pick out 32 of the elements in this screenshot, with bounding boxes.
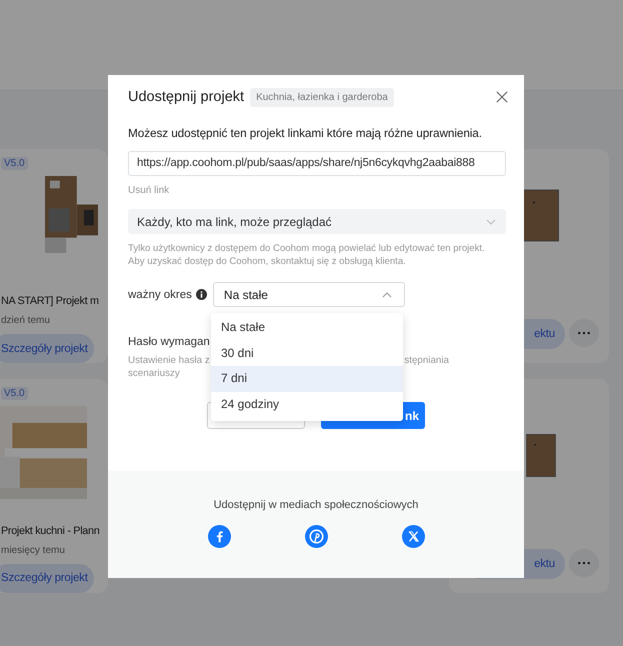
dialog-title: Udostępnij projekt xyxy=(128,89,244,105)
chevron-up-icon xyxy=(382,292,392,298)
validity-select[interactable]: Na stałe xyxy=(212,282,405,307)
x-icon[interactable] xyxy=(402,525,424,548)
more-button[interactable]: ••• xyxy=(569,319,599,347)
password-note: stępniania xyxy=(404,354,449,367)
validity-label: ważny okres xyxy=(128,288,192,300)
info-icon[interactable] xyxy=(196,289,207,300)
link-field[interactable]: https://app.coohom.pl/pub/saas/apps/share/nj5n6cykqvhg2aabai888 xyxy=(128,151,506,176)
more-button[interactable]: ••• xyxy=(569,549,599,577)
version-badge: V5.0 xyxy=(1,387,28,400)
project-title: Projekt kuchni - Plann xyxy=(1,524,100,537)
password-note: Ustawienie hasła z xyxy=(128,354,210,367)
social-heading: Udostępnij w mediach społecznościowych xyxy=(214,499,418,511)
project-time: miesięcy temu xyxy=(1,544,65,556)
chevron-down-icon xyxy=(486,218,496,224)
project-time: dzień temu xyxy=(1,315,50,326)
menu-option[interactable]: Na stałe xyxy=(211,315,403,340)
menu-option[interactable]: 7 dni xyxy=(211,366,403,392)
password-note: scenariuszy xyxy=(128,367,180,380)
password-label: Hasło wymagan xyxy=(128,336,210,348)
pinterest-icon[interactable] xyxy=(304,525,328,548)
project-title: NA START] Projekt m xyxy=(1,295,99,308)
permission-note: Tylko użytkownicy z dostępem do Coohom mogą powielać lub edytować ten projekt. Aby uzyskać dostęp do Coohom, skontaktuj się z obsługą klienta. xyxy=(128,242,486,268)
version-badge: V5.0 xyxy=(1,157,28,170)
project-tag: Kuchnia, łazienka i garderoba xyxy=(250,88,394,106)
intro-text: Możesz udostępnić ten projekt linkami które mają różne uprawnienia. xyxy=(128,126,482,140)
menu-option[interactable]: 24 godziny xyxy=(211,392,403,417)
facebook-icon[interactable] xyxy=(208,525,230,548)
close-icon[interactable] xyxy=(496,91,508,103)
permission-select[interactable]: Każdy, kto ma link, może przeglądać xyxy=(128,209,506,234)
menu-option[interactable]: 30 dni xyxy=(211,340,403,366)
